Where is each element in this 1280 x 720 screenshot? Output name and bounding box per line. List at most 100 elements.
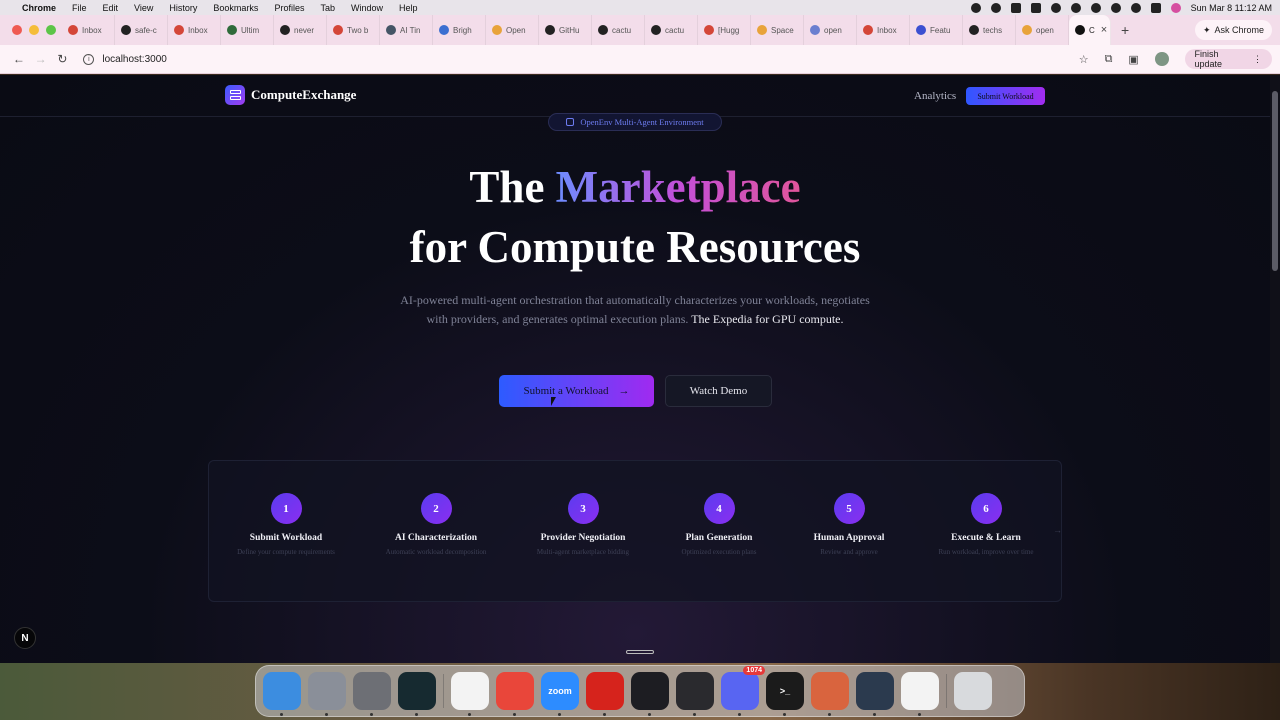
tab-favicon-icon <box>492 25 502 35</box>
finder-dock-icon[interactable] <box>263 672 301 716</box>
menu-file[interactable]: File <box>72 3 87 13</box>
wifi-status-icon[interactable] <box>1110 2 1121 13</box>
tab-title: GitHu <box>559 25 580 35</box>
browser-tab[interactable]: Brigh <box>433 15 486 45</box>
vpn-status-icon[interactable] <box>1050 2 1061 13</box>
browser-tab[interactable]: Inbox <box>62 15 115 45</box>
app-dark-dock-icon[interactable] <box>398 672 436 716</box>
nextjs-dev-indicator[interactable]: N <box>14 627 36 649</box>
fullscreen-window-button[interactable] <box>46 25 56 35</box>
tab-favicon-icon <box>280 25 290 35</box>
side-panel-icon[interactable]: ▣ <box>1128 53 1138 66</box>
launchpad-dock-icon[interactable] <box>308 672 346 716</box>
close-window-button[interactable] <box>12 25 22 35</box>
tab-close-icon[interactable]: × <box>1101 24 1107 36</box>
zoom-dock-icon[interactable]: zoom <box>541 672 579 716</box>
browser-tab[interactable]: cactu <box>645 15 698 45</box>
finish-update-button[interactable]: Finish update ⋮ <box>1184 49 1272 69</box>
record-status-icon[interactable] <box>970 2 981 13</box>
browser-tab[interactable]: Ultim <box>221 15 274 45</box>
bookmark-star-icon[interactable]: ☆ <box>1079 53 1089 66</box>
running-indicator <box>558 713 561 716</box>
back-arrow-icon[interactable]: ← <box>8 52 30 66</box>
menu-edit[interactable]: Edit <box>103 3 119 13</box>
profile-avatar[interactable] <box>1154 52 1169 66</box>
siri-icon[interactable] <box>1170 2 1181 13</box>
page-scrollbar[interactable] <box>1270 75 1280 663</box>
running-indicator <box>513 713 516 716</box>
stats-dock-icon[interactable] <box>631 672 669 716</box>
running-indicator <box>415 713 418 716</box>
browser-tab[interactable]: never <box>274 15 327 45</box>
browser-tab[interactable]: techs <box>963 15 1016 45</box>
browser-tab[interactable]: Inbox <box>857 15 910 45</box>
cloud-status-icon[interactable] <box>1070 2 1081 13</box>
workflow-pipeline: 1 Submit Workload Define your compute re… <box>208 460 1062 602</box>
menu-help[interactable]: Help <box>399 3 418 13</box>
browser-tab[interactable]: [Hugg <box>698 15 751 45</box>
menu-tab[interactable]: Tab <box>320 3 335 13</box>
settings-dock-icon[interactable] <box>353 672 391 716</box>
browser-tab[interactable]: AI Tin <box>380 15 433 45</box>
active-tab[interactable]: C × <box>1069 15 1111 45</box>
extensions-icon[interactable]: ⧉ <box>1105 53 1113 66</box>
claude-dock-icon[interactable] <box>811 672 849 716</box>
terminal-dock-icon[interactable]: >_ <box>766 672 804 716</box>
dock-separator <box>946 674 947 708</box>
quicktime-dock-icon[interactable] <box>856 672 894 716</box>
step-number: 1 <box>270 493 302 524</box>
discord-dock-icon[interactable]: 1074 <box>721 666 765 716</box>
browser-tab[interactable]: Featu <box>910 15 963 45</box>
trash-dock-icon[interactable] <box>954 672 992 710</box>
menu-profiles[interactable]: Profiles <box>274 3 304 13</box>
cube-dock-icon[interactable] <box>676 672 714 716</box>
scrollbar-thumb[interactable] <box>1272 91 1278 271</box>
spotlight-search-icon[interactable] <box>1130 2 1141 13</box>
browser-tab[interactable]: open <box>1016 15 1069 45</box>
url-text[interactable]: localhost:3000 <box>102 54 167 65</box>
minimize-window-button[interactable] <box>29 25 39 35</box>
browser-tab[interactable]: cactu <box>592 15 645 45</box>
site-logo[interactable]: ComputeExchange <box>225 85 356 105</box>
zoom-status-icon[interactable] <box>1030 2 1041 13</box>
battery-status-icon[interactable] <box>1090 2 1101 13</box>
nav-submit-workload-button[interactable]: Submit Workload <box>966 87 1045 105</box>
brightness-status-icon[interactable] <box>990 2 1001 13</box>
app-status-icon[interactable] <box>1010 2 1021 13</box>
submit-workload-cta-button[interactable]: Submit a Workload → <box>499 375 654 407</box>
running-indicator <box>783 713 786 716</box>
tab-favicon-icon <box>916 25 926 35</box>
control-center-icon[interactable] <box>1150 2 1161 13</box>
chatgpt-2-dock-icon[interactable] <box>901 672 939 716</box>
browser-tab[interactable]: open <box>804 15 857 45</box>
forward-arrow-icon[interactable]: → <box>30 52 52 66</box>
new-tab-button[interactable]: + <box>1121 22 1129 38</box>
menu-bookmarks[interactable]: Bookmarks <box>213 3 258 13</box>
step-description: Review and approve <box>820 548 878 556</box>
site-info-icon[interactable]: i <box>83 53 95 65</box>
menu-app-name[interactable]: Chrome <box>22 3 56 13</box>
chatgpt-dock-icon[interactable] <box>451 672 489 716</box>
step-card: 5 Human Approval Review and approve <box>779 493 919 556</box>
acrobat-dock-icon[interactable] <box>586 672 624 716</box>
browser-tab[interactable]: Open <box>486 15 539 45</box>
logo-text: ComputeExchange <box>251 87 357 102</box>
ask-chrome-button[interactable]: ✦ Ask Chrome <box>1194 20 1272 40</box>
browser-tab[interactable]: Space <box>751 15 804 45</box>
reload-icon[interactable]: ↻ <box>52 52 74 66</box>
menu-history[interactable]: History <box>169 3 197 13</box>
dock-separator <box>443 674 444 708</box>
browser-tab[interactable]: GitHu <box>539 15 592 45</box>
browser-tab[interactable]: safe-c <box>115 15 168 45</box>
browser-tab[interactable]: Two b <box>327 15 380 45</box>
menubar-clock[interactable]: Sun Mar 8 11:12 AM <box>1191 3 1272 13</box>
menu-view[interactable]: View <box>134 3 153 13</box>
omnibox[interactable]: i localhost:3000 <box>83 48 1078 70</box>
chrome-dock-icon[interactable] <box>496 672 534 716</box>
nav-analytics-link[interactable]: Analytics <box>914 90 956 102</box>
step-description: Automatic workload decomposition <box>385 548 487 556</box>
watch-demo-button[interactable]: Watch Demo <box>665 375 772 407</box>
menu-window[interactable]: Window <box>351 3 383 13</box>
browser-tab[interactable]: Inbox <box>168 15 221 45</box>
step-card: 6 Execute & Learn Run workload, improve … <box>916 493 1056 556</box>
